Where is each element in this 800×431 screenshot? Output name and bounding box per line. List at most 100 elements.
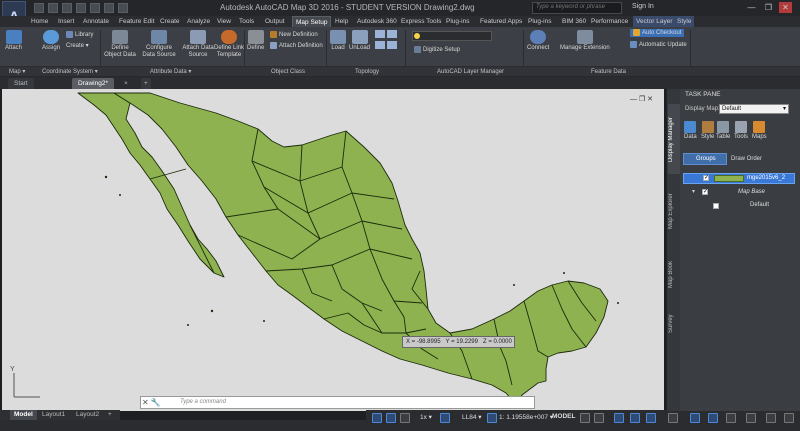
expand-icon[interactable]: ▾: [692, 188, 695, 195]
layer-dropdown[interactable]: [412, 31, 492, 41]
tab-style[interactable]: Style: [674, 16, 695, 27]
groups-button[interactable]: Groups: [683, 153, 727, 165]
data-button[interactable]: Data: [684, 121, 697, 140]
layout-tab-model[interactable]: Model: [10, 410, 37, 420]
snap-icon[interactable]: [372, 413, 382, 423]
minimize-button[interactable]: —: [745, 2, 758, 13]
clean-screen-icon[interactable]: [766, 413, 776, 423]
tab-feature-edit[interactable]: Feature Edit: [116, 16, 157, 27]
command-input[interactable]: Type a command: [180, 399, 226, 405]
tools-button[interactable]: Tools: [734, 121, 748, 140]
open-file-icon[interactable]: [48, 3, 58, 13]
tab-featured-apps[interactable]: Featured Apps: [477, 16, 525, 27]
grid-icon[interactable]: [386, 413, 396, 423]
panel-attribute-data-label[interactable]: Attribute Data ▾: [150, 67, 191, 77]
topology-tool-icon[interactable]: [375, 41, 385, 49]
new-tab-button[interactable]: +: [141, 78, 151, 89]
tab-performance[interactable]: Performance: [588, 16, 631, 27]
redo-icon[interactable]: [118, 3, 128, 13]
annotation-visibility-icon[interactable]: [690, 413, 700, 423]
viewport-controls[interactable]: — ❐ ✕: [630, 95, 653, 103]
auto-checkout-toggle[interactable]: Auto Checkout: [630, 29, 685, 38]
library-button[interactable]: Library: [66, 31, 93, 39]
configure-data-source-button[interactable]: Configure Data Source: [142, 30, 176, 59]
tab-map-setup[interactable]: Map Setup: [292, 16, 332, 27]
customization-icon[interactable]: [784, 413, 794, 423]
workspace-icon[interactable]: [440, 413, 450, 423]
undo-icon[interactable]: [104, 3, 114, 13]
tab-output[interactable]: Output: [262, 16, 288, 27]
panel-map-label[interactable]: Map ▾: [9, 67, 25, 77]
topology-tool-icon[interactable]: [387, 30, 397, 38]
table-button[interactable]: Table: [716, 121, 730, 140]
doc-tab-drawing2[interactable]: Drawing2*: [72, 78, 114, 89]
doc-tab-start[interactable]: Start: [8, 78, 34, 89]
tab-insert[interactable]: Insert: [55, 16, 77, 27]
default-checkbox[interactable]: [713, 203, 719, 209]
polar-tracking-icon[interactable]: [614, 413, 624, 423]
tab-display-manager[interactable]: Display Manager: [668, 104, 680, 174]
digitize-setup-button[interactable]: Digitize Setup: [414, 46, 460, 54]
tab-help[interactable]: Help: [332, 16, 351, 27]
doc-tab-close[interactable]: ×: [122, 78, 131, 89]
define-object-data-button[interactable]: Define Object Data: [103, 30, 137, 59]
model-space-toggle[interactable]: MODEL: [552, 413, 575, 420]
assign-button[interactable]: Assign: [42, 30, 60, 52]
map-base-checkbox[interactable]: ✓: [702, 189, 708, 195]
tab-express-tools[interactable]: Express Tools: [398, 16, 444, 27]
automatic-update-button[interactable]: Automatic Update: [630, 41, 687, 49]
workspace-switch-icon[interactable]: [708, 413, 718, 423]
draw-order-button[interactable]: Draw Order: [731, 156, 762, 162]
save-icon[interactable]: [62, 3, 72, 13]
create-coord-button[interactable]: Create ▾: [66, 42, 89, 50]
close-button[interactable]: ✕: [779, 2, 792, 13]
print-icon[interactable]: [90, 3, 100, 13]
layout-tab-layout1[interactable]: Layout1: [38, 410, 69, 420]
tab-plug-ins[interactable]: Plug-ins: [443, 16, 472, 27]
layout-tab-layout2[interactable]: Layout2: [72, 410, 103, 420]
sign-in-button[interactable]: Sign In: [632, 3, 654, 10]
display-map-select[interactable]: Default ▾: [719, 104, 789, 114]
ortho-icon[interactable]: [400, 413, 410, 423]
drawing-canvas[interactable]: Y: [2, 89, 664, 411]
command-close-icon[interactable]: ✕ 🔧: [142, 398, 161, 407]
tab-survey[interactable]: Survey: [668, 304, 680, 344]
topology-tool-icon[interactable]: [387, 41, 397, 49]
transparency-icon[interactable]: [668, 413, 678, 423]
map-icon[interactable]: [487, 413, 497, 423]
tab-view[interactable]: View: [214, 16, 234, 27]
hardware-acceleration-icon[interactable]: [746, 413, 756, 423]
attach-button[interactable]: Attach: [5, 30, 22, 52]
layer-visible-checkbox[interactable]: ✓: [703, 175, 709, 181]
connect-button[interactable]: Connect: [527, 30, 549, 52]
tab-create[interactable]: Create: [157, 16, 183, 27]
define-button[interactable]: Define: [247, 30, 264, 52]
new-file-icon[interactable]: [34, 3, 44, 13]
tab-analyze[interactable]: Analyze: [184, 16, 213, 27]
tab-map-book[interactable]: Map Book: [668, 249, 680, 299]
style-button[interactable]: Style: [701, 121, 714, 140]
topology-tool-icon[interactable]: [375, 30, 385, 38]
annotation-scale[interactable]: 1x ▾: [420, 413, 432, 421]
new-definition-button[interactable]: New Definition: [270, 31, 318, 39]
search-input[interactable]: Type a keyword or phrase: [532, 2, 622, 14]
tab-plug-ins-2[interactable]: Plug-ins: [525, 16, 554, 27]
map-scale-status[interactable]: 1: 1.19558e+007 ▾: [499, 413, 553, 421]
isolate-objects-icon[interactable]: [726, 413, 736, 423]
define-link-template-button[interactable]: Define Link Template: [212, 30, 246, 59]
restore-button[interactable]: ❐: [762, 2, 775, 13]
load-button[interactable]: Load: [330, 30, 346, 52]
tab-map-explorer[interactable]: Map Explorer: [668, 181, 680, 241]
attach-definition-button[interactable]: Attach Definition: [270, 42, 323, 50]
snap-mode-icon[interactable]: [594, 413, 604, 423]
maps-button[interactable]: Maps: [752, 121, 767, 140]
lineweight-icon[interactable]: [646, 413, 656, 423]
save-as-icon[interactable]: [76, 3, 86, 13]
add-layout-button[interactable]: +: [104, 410, 116, 420]
default-layer[interactable]: Default: [750, 202, 769, 208]
tab-autodesk-360[interactable]: Autodesk 360: [354, 16, 400, 27]
attach-data-source-button[interactable]: Attach Data Source: [181, 30, 215, 59]
panel-coordinate-system-label[interactable]: Coordinate System ▾: [42, 67, 98, 77]
tab-bim-360[interactable]: BIM 360: [559, 16, 589, 27]
unload-button[interactable]: UnLoad: [349, 30, 370, 52]
